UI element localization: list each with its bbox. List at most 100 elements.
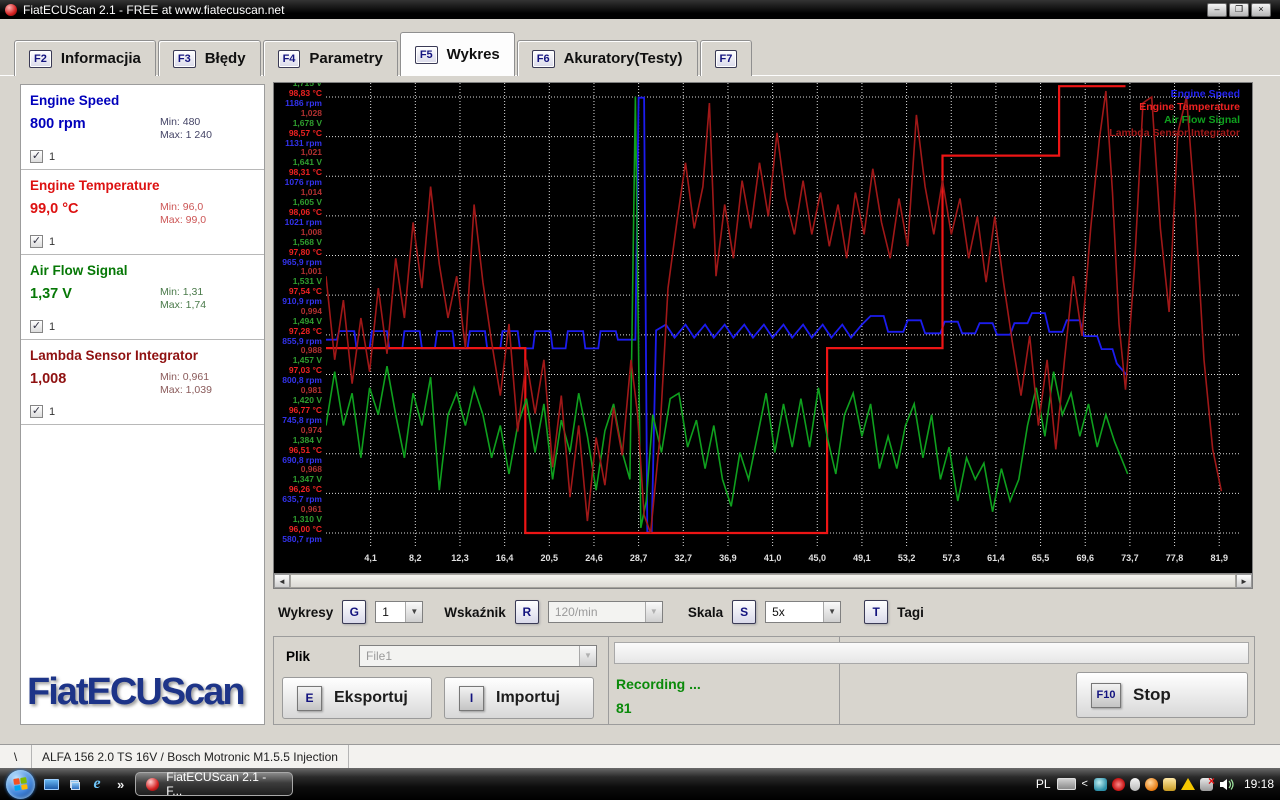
x-axis-tick: 28,7 [629,553,648,563]
parameter-checkbox-label: 1 [49,150,56,163]
stop-button[interactable]: F10 Stop [1076,672,1248,718]
skala-select-value: 5x [772,605,785,619]
skala-label: Skala [687,604,724,620]
chart-plot [325,83,1241,547]
x-axis-tick: 53,2 [897,553,916,563]
users-icon[interactable] [1162,777,1176,791]
taskbar-clock[interactable]: 19:18 [1240,777,1274,791]
parameter-title: Engine Speed [30,93,120,108]
internet-explorer-icon[interactable]: e [88,775,106,793]
network-error-icon[interactable] [1199,774,1215,791]
close-button[interactable]: × [1251,2,1271,17]
parameter-checkbox[interactable]: ✓ [30,320,43,333]
tab-b-dy[interactable]: F3 Błędy [157,40,261,76]
quicklaunch-overflow-chevron[interactable]: » [113,777,128,792]
parameter-checkbox[interactable]: ✓ [30,405,43,418]
recording-box: Recording ... 81 F10 Stop [608,636,1255,725]
scrollbar-thumb[interactable] [290,574,1236,588]
legend-item: Engine Speed [1170,88,1240,100]
s-key-button[interactable]: S [732,600,757,624]
y-axis-tick: 1186 rpm [285,98,322,108]
chart-legend: Engine Speed Engine Temperature Air Flow S… [1109,88,1240,140]
y-axis-tick: 1,641 V [292,157,322,168]
window-title: FiatECUScan 2.1 - FREE at www.fiatecusca… [23,2,285,17]
parameter-max: Max: 99,0 [160,214,207,226]
taskbar-task-button[interactable]: FiatECUScan 2.1 - F... [135,770,294,798]
maximize-button[interactable]: ❐ [1229,2,1249,17]
scroll-right-icon[interactable]: ► [1236,574,1252,588]
wskaznik-select-value: 120/min [554,605,598,619]
skala-select[interactable]: 5x ▼ [765,601,842,623]
start-button[interactable] [6,769,35,799]
language-indicator[interactable]: PL [1036,777,1051,791]
file-select: File1 ▼ [359,645,597,667]
chart-panel: 1,0341,715 V98,83 °C1186 rpm1,0281,678 V… [273,82,1253,589]
tab-akuratory-testy-[interactable]: F6 Akuratory(Testy) [516,40,698,76]
fiatecuscan-logo: FiatECUScan [27,671,246,713]
fkey-badge: F4 [277,49,301,68]
x-axis-tick: 61,4 [987,553,1005,563]
y-axis-tick: 96,77 °C [288,405,322,416]
mouse-icon[interactable] [1129,777,1140,791]
recording-input[interactable] [614,642,1249,664]
warning-icon[interactable] [1180,778,1195,790]
tray-collapse-chevron[interactable]: < [1082,778,1088,790]
x-axis-tick: 49,1 [853,553,871,563]
windows-logo-icon [13,777,28,791]
parameter-title: Lambda Sensor Integrator [30,348,199,363]
tab-label: Akuratory(Testy) [563,50,683,67]
y-axis-tick: 1,310 V [292,514,322,524]
chevron-down-icon[interactable]: ▼ [405,602,423,622]
legend-item: Lambda Sensor Integrator [1109,127,1240,139]
chevron-down-icon: ▼ [644,602,662,622]
parameter-checkbox[interactable]: ✓ [30,235,43,248]
y-axis-tick: 855,9 rpm [282,335,322,346]
status-spinner: \ [0,745,32,768]
parameter-sidebar: Engine Speed 800 rpm Min: 480 Max: 1 240 ✓ 1 E… [20,84,265,725]
import-button-label: Importuj [496,689,560,706]
user-icon[interactable] [1093,777,1107,791]
system-tray: PL < 19:18 [1036,774,1274,792]
y-axis-tick: 98,83 °C [288,88,322,98]
scroll-left-icon[interactable]: ◄ [274,574,290,588]
minimize-button[interactable]: – [1207,2,1227,17]
switch-windows-icon[interactable] [67,778,81,790]
x-axis-tick: 20,5 [540,553,559,563]
y-axis-tick: 1076 rpm [284,177,322,188]
show-desktop-icon[interactable] [42,775,60,793]
tab-wykres[interactable]: F5 Wykres [399,32,515,76]
y-axis-tick: 98,31 °C [288,167,322,178]
y-axis-tick: 910,9 rpm [282,296,322,307]
recording-count: 81 [616,700,632,716]
chart-horizontal-scrollbar[interactable]: ◄ ► [274,573,1252,588]
parameter-checkbox[interactable]: ✓ [30,150,43,163]
x-axis-tick: 16,4 [495,553,514,563]
parameter-title: Engine Temperature [30,178,160,193]
wykresy-select[interactable]: 1 ▼ [375,601,424,623]
tab-parametry[interactable]: F4 Parametry [262,40,398,76]
g-key-button[interactable]: G [342,600,367,624]
y-axis-tick: 0,961 [300,504,322,514]
import-button[interactable]: I Importuj [444,677,594,719]
alert-icon[interactable] [1111,777,1125,791]
x-axis-tick: 73,7 [1121,553,1139,563]
t-key-button[interactable]: T [864,600,889,624]
volume-icon[interactable] [1219,778,1234,791]
tab-f7[interactable]: F7 [699,40,753,76]
keyboard-layout-icon[interactable] [1056,778,1076,790]
tab-informacjia[interactable]: F2 Informacjia [14,40,156,76]
export-button[interactable]: E Eksportuj [282,677,432,719]
parameter-min: Min: 96,0 [160,201,204,213]
update-icon[interactable] [1144,777,1158,791]
x-axis-tick: 81,9 [1210,553,1228,563]
parameter-checkbox-label: 1 [49,405,56,418]
chevron-down-icon[interactable]: ▼ [823,602,841,622]
parameter-value: 1,37 V [30,286,72,302]
window-controls: – ❐ × [1207,2,1275,17]
r-key-button[interactable]: R [514,600,539,624]
y-axis-tick: 1021 rpm [284,216,322,227]
y-axis-tick: 1,494 V [292,315,322,326]
stop-button-label: Stop [1133,685,1171,704]
y-axis-tick: 96,26 °C [288,484,322,495]
app-icon [5,3,17,16]
